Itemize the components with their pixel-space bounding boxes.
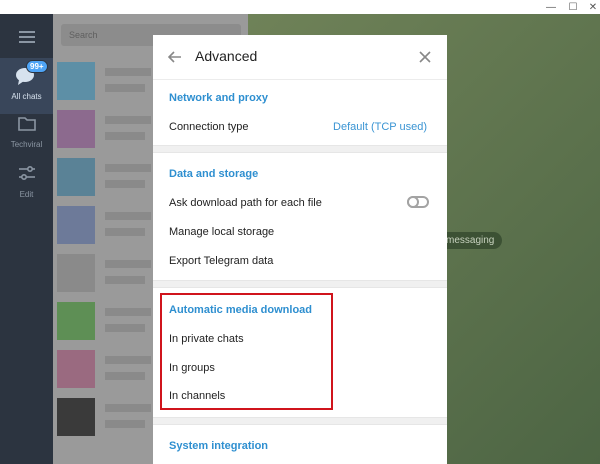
avatar <box>57 158 95 196</box>
avatar <box>57 350 95 388</box>
avatar <box>57 398 95 436</box>
export-telegram-data-button[interactable]: Export Telegram data <box>169 255 273 267</box>
section-title-network: Network and proxy <box>169 92 269 104</box>
start-messaging-pill: messaging <box>438 232 503 249</box>
rail-item-label: Techviral <box>10 140 43 149</box>
section-title-storage: Data and storage <box>169 168 259 180</box>
window-close-button[interactable]: ✕ <box>582 0 600 14</box>
rail-item-label: Edit <box>19 190 34 199</box>
avatar <box>57 62 95 100</box>
hamburger-menu-button[interactable] <box>0 22 53 52</box>
rail-item-techviral[interactable]: Techviral <box>0 106 53 162</box>
advanced-settings-dialog: Advanced Network and proxy Connection ty… <box>153 35 447 464</box>
manage-local-storage-button[interactable]: Manage local storage <box>169 226 274 238</box>
toggle-knob <box>407 196 419 208</box>
ask-download-path-toggle[interactable] <box>407 196 429 208</box>
back-button[interactable] <box>165 47 185 67</box>
rail-item-edit[interactable]: Edit <box>0 156 53 212</box>
highlight-box <box>160 293 333 410</box>
avatar <box>57 110 95 148</box>
connection-type-label[interactable]: Connection type <box>169 121 249 133</box>
connection-type-value[interactable]: Default (TCP used) <box>333 121 427 133</box>
folders-rail: 99+ All chats Techviral Edit <box>0 14 53 464</box>
section-divider <box>153 280 447 288</box>
window-titlebar: — ☐ ✕ <box>0 0 600 14</box>
section-divider <box>153 145 447 153</box>
avatar <box>57 206 95 244</box>
close-button[interactable] <box>415 47 435 67</box>
avatar <box>57 302 95 340</box>
ask-download-path-label[interactable]: Ask download path for each file <box>169 197 322 209</box>
unread-badge: 99+ <box>26 60 48 73</box>
folder-icon <box>17 117 36 131</box>
dialog-title: Advanced <box>195 48 258 64</box>
section-divider <box>153 417 447 425</box>
dialog-header: Advanced <box>153 35 447 79</box>
header-divider <box>153 79 447 80</box>
arrow-left-icon <box>168 51 181 63</box>
section-title-system: System integration <box>169 440 269 452</box>
maximize-button[interactable]: ☐ <box>562 0 584 14</box>
hamburger-icon <box>18 31 35 43</box>
sliders-icon <box>18 165 35 181</box>
avatar <box>57 254 95 292</box>
minimize-button[interactable]: — <box>540 0 562 14</box>
rail-item-label: All chats <box>11 92 42 101</box>
close-icon <box>419 51 431 63</box>
